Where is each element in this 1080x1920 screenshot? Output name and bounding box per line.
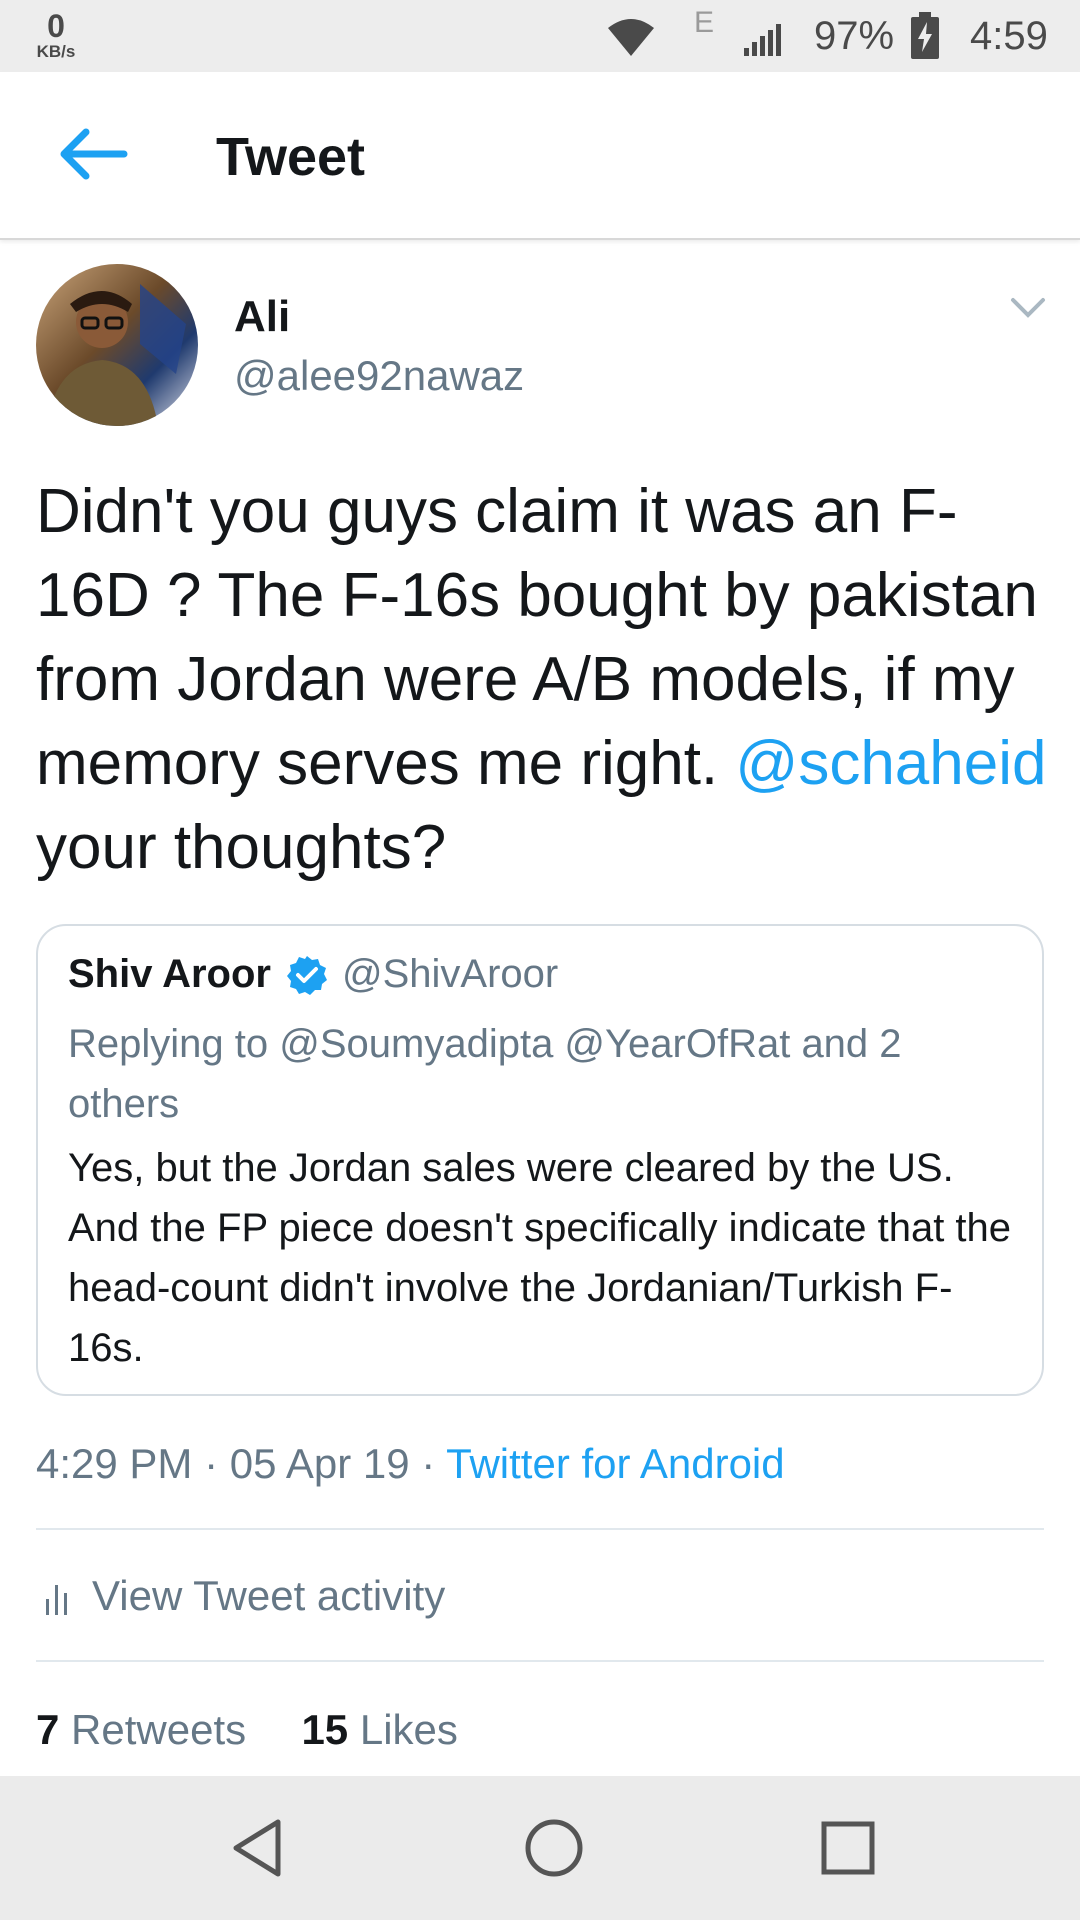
home-circle-icon[interactable] xyxy=(522,1816,586,1880)
quoted-author-name: Shiv Aroor xyxy=(68,952,271,996)
wifi-icon xyxy=(608,19,654,56)
avatar-person-icon xyxy=(46,284,186,426)
quoted-tweet-card[interactable]: Shiv Aroor @ShivAroor Replying to @Soumy… xyxy=(36,924,1044,1396)
battery-percentage: 97% xyxy=(814,14,895,58)
meta-separator: · xyxy=(204,1440,230,1487)
retweets-stat[interactable]: 7 Retweets xyxy=(36,1706,246,1753)
likes-label: Likes xyxy=(359,1706,458,1753)
signal-icon xyxy=(744,24,781,56)
tweet-text-tail: your thoughts? xyxy=(36,813,447,882)
recents-square-icon[interactable] xyxy=(818,1816,878,1880)
mention-link[interactable]: @schaheid xyxy=(735,729,1046,798)
quoted-tweet-text: Yes, but the Jordan sales were cleared b… xyxy=(68,1146,1012,1370)
retweets-label: Retweets xyxy=(71,1706,247,1753)
network-speed-value: 0 xyxy=(47,8,65,44)
divider xyxy=(36,1660,1044,1662)
divider xyxy=(36,1528,1044,1530)
author-handle[interactable]: @alee92nawaz xyxy=(234,352,524,400)
battery-charging-icon xyxy=(911,12,939,59)
tweet-date: 05 Apr 19 xyxy=(229,1440,410,1487)
status-bar: 0 KB/s E 97% 4:59 xyxy=(0,0,1080,72)
author-name[interactable]: Ali xyxy=(234,292,290,342)
chevron-down-icon[interactable] xyxy=(1010,296,1046,320)
network-speed: 0 KB/s xyxy=(26,10,86,62)
bar-chart-icon xyxy=(46,1584,67,1615)
network-speed-unit: KB/s xyxy=(36,42,76,61)
back-arrow-icon[interactable] xyxy=(56,124,128,184)
app-header: Tweet xyxy=(0,72,1080,240)
likes-count: 15 xyxy=(301,1706,349,1753)
meta-separator: · xyxy=(421,1440,447,1487)
tweet-meta: 4:29 PM · 05 Apr 19 · Twitter for Androi… xyxy=(36,1440,785,1488)
replying-to-text: Replying to @Soumyadipta @YearOfRat and … xyxy=(68,1022,902,1126)
back-triangle-icon[interactable] xyxy=(228,1816,284,1880)
status-clock: 4:59 xyxy=(970,14,1048,58)
tweet-source-link[interactable]: Twitter for Android xyxy=(446,1440,784,1487)
retweets-count: 7 xyxy=(36,1706,60,1753)
view-tweet-activity-button[interactable]: View Tweet activity xyxy=(44,1572,445,1620)
likes-stat[interactable]: 15 Likes xyxy=(301,1706,457,1753)
network-type-label: E xyxy=(694,6,715,39)
avatar[interactable] xyxy=(36,264,198,426)
tweet-text: Didn't you guys claim it was an F-16D ? … xyxy=(36,470,1056,890)
tweet-stats: 7 Retweets 15 Likes xyxy=(36,1706,458,1754)
quoted-author-handle: @ShivAroor xyxy=(342,952,559,996)
tweet-time: 4:29 PM xyxy=(36,1440,193,1487)
page-title: Tweet xyxy=(216,127,366,187)
verified-badge-icon xyxy=(287,956,327,995)
system-navigation-bar xyxy=(0,1776,1080,1920)
view-tweet-activity-label: View Tweet activity xyxy=(92,1572,446,1619)
